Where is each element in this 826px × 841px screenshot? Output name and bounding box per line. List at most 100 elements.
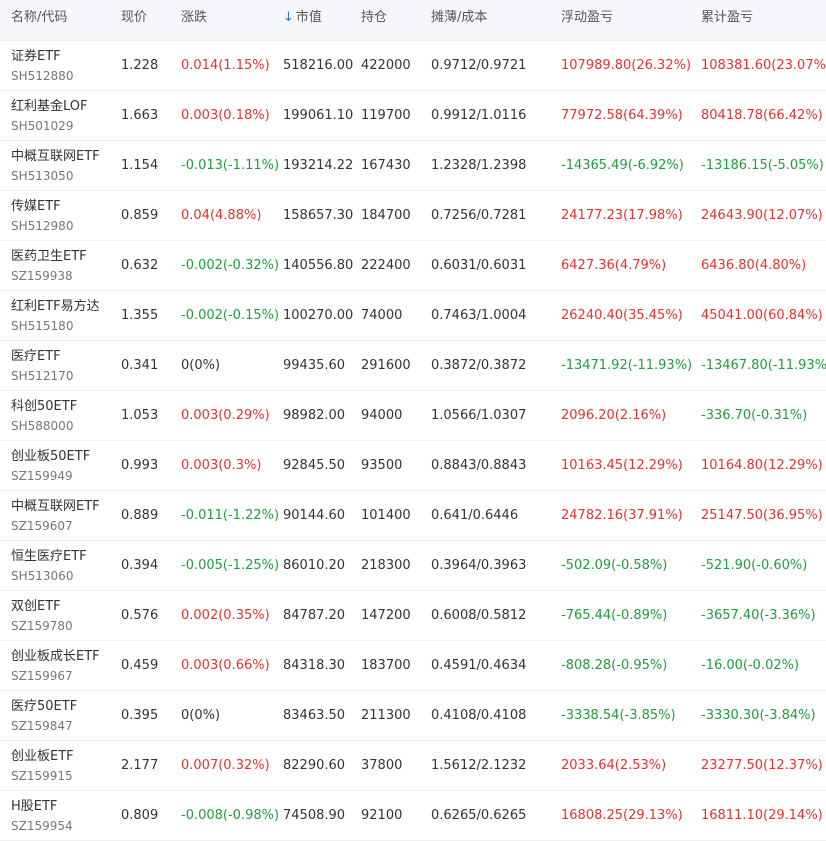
fund-name-code-cell[interactable]: 红利ETF易方达 SH515180 — [11, 298, 100, 334]
column-header-float-pnl[interactable]: 浮动盈亏 — [561, 0, 613, 40]
price-cell: 0.993 — [121, 458, 159, 473]
float-pnl-cell: 2033.64(2.53%) — [561, 758, 667, 773]
change-cell: -0.002(-0.32%) — [181, 258, 280, 273]
total-pnl-cell: 16811.10(29.14%) — [701, 808, 823, 823]
column-header-cost[interactable]: 摊薄/成本 — [431, 0, 487, 40]
table-row[interactable]: 传媒ETF SH512980 0.859 0.04(4.88%) 158657.30 18… — [0, 191, 826, 241]
table-row[interactable]: 科创50ETF SH588000 1.053 0.003(0.29%) 98982.00… — [0, 391, 826, 441]
fund-name-code-cell[interactable]: 科创50ETF SH588000 — [11, 398, 77, 434]
price-cell: 0.341 — [121, 358, 159, 373]
fund-code: SH588000 — [11, 419, 74, 433]
change-cell: 0(0%) — [181, 358, 221, 373]
cost-cell: 1.0566/1.0307 — [431, 408, 527, 423]
fund-code: SZ159607 — [11, 519, 73, 533]
table-body: 证券ETF SH512880 1.228 0.014(1.15%) 518216.00 4… — [0, 41, 826, 841]
fund-name-code-cell[interactable]: 创业板成长ETF SZ159967 — [11, 648, 100, 684]
table-row[interactable]: 恒生医疗ETF SH513060 0.394 -0.005(-1.25%) 86010.… — [0, 541, 826, 591]
price-cell: 2.177 — [121, 758, 159, 773]
total-pnl-cell: -16.00(-0.02%) — [701, 658, 800, 673]
cost-cell: 0.6031/0.6031 — [431, 258, 527, 273]
change-cell: 0.007(0.32%) — [181, 758, 270, 773]
fund-name-code-cell[interactable]: H股ETF SZ159954 — [11, 798, 73, 834]
table-row[interactable]: 中概互联网ETF SZ159607 0.889 -0.011(-1.22%) 90144… — [0, 491, 826, 541]
change-cell: 0.003(0.3%) — [181, 458, 262, 473]
cost-cell: 0.9912/1.0116 — [431, 108, 527, 123]
position-cell: 101400 — [361, 508, 411, 523]
float-pnl-cell: -808.28(-0.95%) — [561, 658, 668, 673]
cost-cell: 0.6008/0.5812 — [431, 608, 527, 623]
position-cell: 93500 — [361, 458, 403, 473]
cost-cell: 0.4591/0.4634 — [431, 658, 527, 673]
total-pnl-cell: -3657.40(-3.36%) — [701, 608, 816, 623]
float-pnl-cell: 16808.25(29.13%) — [561, 808, 683, 823]
table-row[interactable]: 证券ETF SH512880 1.228 0.014(1.15%) 518216.00 4… — [0, 41, 826, 91]
fund-name: 传媒ETF — [11, 199, 61, 214]
float-pnl-cell: 24177.23(17.98%) — [561, 208, 683, 223]
fund-name-code-cell[interactable]: 证券ETF SH512880 — [11, 48, 73, 84]
market-value-cell: 98982.00 — [283, 408, 346, 423]
column-header-market-value[interactable]: ↓ 市值 — [283, 0, 322, 40]
market-value-cell: 193214.22 — [283, 158, 354, 173]
column-header-price[interactable]: 现价 — [121, 0, 147, 40]
cost-cell: 1.2328/1.2398 — [431, 158, 527, 173]
column-header-total-pnl[interactable]: 累计盈亏 — [701, 0, 753, 40]
float-pnl-cell: 26240.40(35.45%) — [561, 308, 683, 323]
price-cell: 1.154 — [121, 158, 159, 173]
fund-name-code-cell[interactable]: 医疗50ETF SZ159847 — [11, 698, 77, 734]
fund-code: SZ159847 — [11, 719, 73, 733]
fund-name-code-cell[interactable]: 中概互联网ETF SZ159607 — [11, 498, 100, 534]
fund-name-code-cell[interactable]: 中概互联网ETF SH513050 — [11, 148, 100, 184]
fund-name-code-cell[interactable]: 传媒ETF SH512980 — [11, 198, 73, 234]
fund-name: 医药卫生ETF — [11, 249, 87, 264]
arrow-down-icon: ↓ — [283, 10, 294, 25]
price-cell: 0.459 — [121, 658, 159, 673]
total-pnl-cell: -521.90(-0.60%) — [701, 558, 808, 573]
column-header-change[interactable]: 涨跌 — [181, 0, 207, 40]
table-row[interactable]: 创业板成长ETF SZ159967 0.459 0.003(0.66%) 84318.3… — [0, 641, 826, 691]
fund-name-code-cell[interactable]: 医疗ETF SH512170 — [11, 348, 73, 384]
float-pnl-cell: -3338.54(-3.85%) — [561, 708, 676, 723]
fund-code: SZ159915 — [11, 769, 73, 783]
cost-cell: 0.641/0.6446 — [431, 508, 519, 523]
market-value-cell: 90144.60 — [283, 508, 346, 523]
table-header: 名称/代码 现价 涨跌 ↓ 市值 持仓 摊薄/成本 浮动盈亏 累计盈亏 — [0, 0, 826, 41]
fund-name-code-cell[interactable]: 双创ETF SZ159780 — [11, 598, 73, 634]
market-value-cell: 74508.90 — [283, 808, 346, 823]
float-pnl-cell: 24782.16(37.91%) — [561, 508, 683, 523]
cost-cell: 1.5612/2.1232 — [431, 758, 527, 773]
fund-name-code-cell[interactable]: 恒生医疗ETF SH513060 — [11, 548, 87, 584]
column-header-name-code[interactable]: 名称/代码 — [11, 0, 67, 40]
table-row[interactable]: 创业板50ETF SZ159949 0.993 0.003(0.3%) 92845.50… — [0, 441, 826, 491]
change-cell: 0(0%) — [181, 708, 221, 723]
market-value-cell: 99435.60 — [283, 358, 346, 373]
fund-name-code-cell[interactable]: 创业板50ETF SZ159949 — [11, 448, 90, 484]
fund-name: 双创ETF — [11, 599, 61, 614]
price-cell: 0.394 — [121, 558, 159, 573]
total-pnl-cell: -13186.15(-5.05%) — [701, 158, 824, 173]
change-cell: 0.003(0.66%) — [181, 658, 270, 673]
position-cell: 94000 — [361, 408, 403, 423]
table-row[interactable]: 双创ETF SZ159780 0.576 0.002(0.35%) 84787.20 14… — [0, 591, 826, 641]
fund-code: SH512880 — [11, 69, 74, 83]
table-row[interactable]: 中概互联网ETF SH513050 1.154 -0.013(-1.11%) 19321… — [0, 141, 826, 191]
market-value-cell: 86010.20 — [283, 558, 346, 573]
table-row[interactable]: 医疗ETF SH512170 0.341 0(0%) 99435.60 291600 0.3… — [0, 341, 826, 391]
total-pnl-cell: 108381.60(23.07%) — [701, 58, 826, 73]
fund-name-code-cell[interactable]: 医药卫生ETF SZ159938 — [11, 248, 87, 284]
price-cell: 1.053 — [121, 408, 159, 423]
fund-code: SZ159949 — [11, 469, 73, 483]
change-cell: -0.002(-0.15%) — [181, 308, 280, 323]
table-row[interactable]: 医药卫生ETF SZ159938 0.632 -0.002(-0.32%) 140556… — [0, 241, 826, 291]
table-row[interactable]: H股ETF SZ159954 0.809 -0.008(-0.98%) 74508.90… — [0, 791, 826, 841]
fund-name-code-cell[interactable]: 红利基金LOF SH501029 — [11, 98, 88, 134]
table-row[interactable]: 医疗50ETF SZ159847 0.395 0(0%) 83463.50 211300 0… — [0, 691, 826, 741]
cost-cell: 0.7256/0.7281 — [431, 208, 527, 223]
cost-cell: 0.6265/0.6265 — [431, 808, 527, 823]
column-header-position[interactable]: 持仓 — [361, 0, 387, 40]
table-row[interactable]: 创业板ETF SZ159915 2.177 0.007(0.32%) 82290.60 3… — [0, 741, 826, 791]
position-cell: 167430 — [361, 158, 411, 173]
table-row[interactable]: 红利基金LOF SH501029 1.663 0.003(0.18%) 199061.1… — [0, 91, 826, 141]
total-pnl-cell: -13467.80(-11.93%) — [701, 358, 826, 373]
table-row[interactable]: 红利ETF易方达 SH515180 1.355 -0.002(-0.15%) 10027… — [0, 291, 826, 341]
fund-name-code-cell[interactable]: 创业板ETF SZ159915 — [11, 748, 74, 784]
